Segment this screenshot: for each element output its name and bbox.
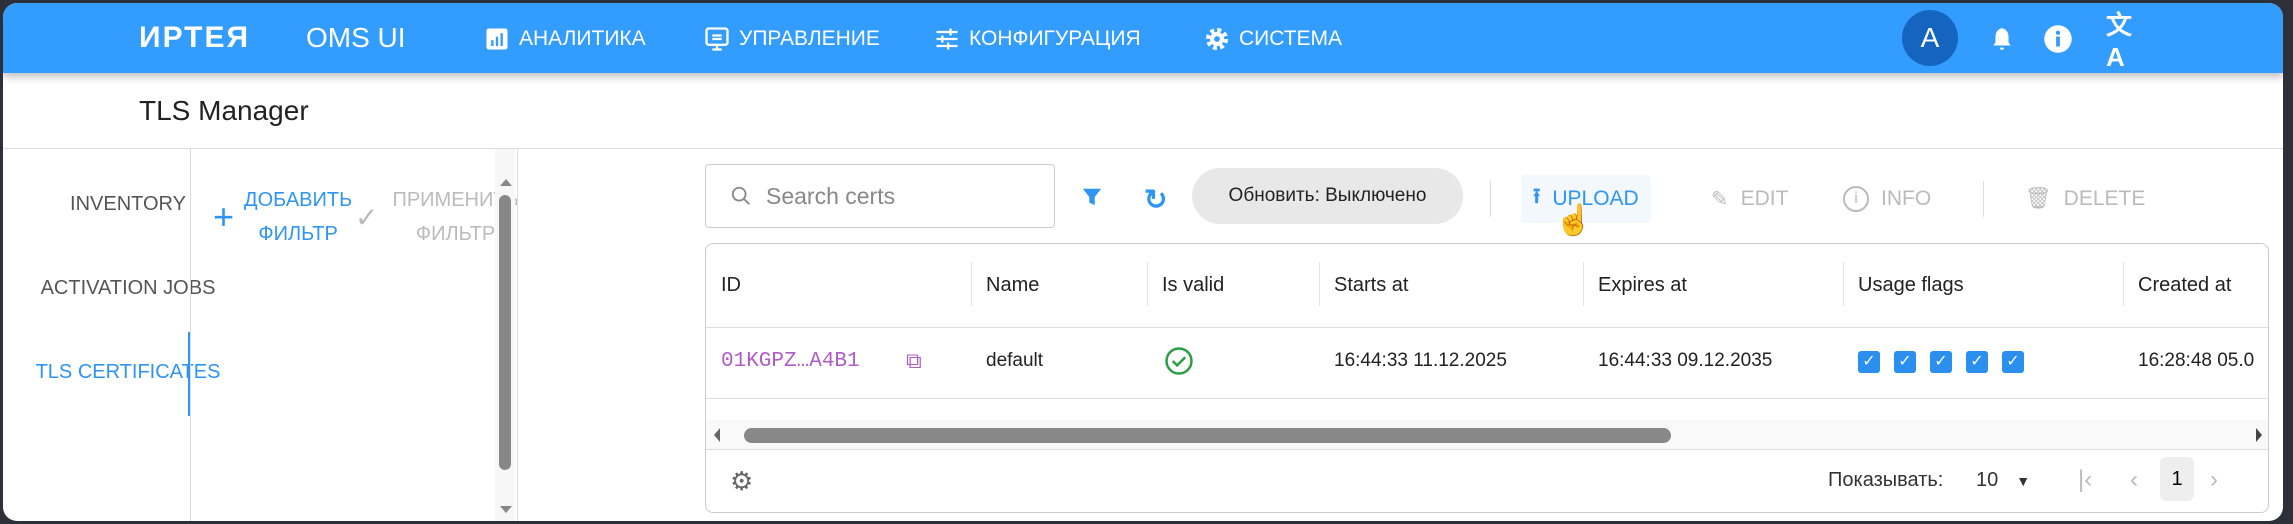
horizontal-scrollbar[interactable] [706,420,2268,450]
app-name: OMS UI [306,22,406,53]
dropdown-arrow-icon: ▼ [2016,473,2031,489]
sliders-icon [936,28,958,50]
created-at: 16:28:48 05.0 [2138,350,2255,371]
auto-refresh-chip[interactable]: Обновить: Выключено [1192,168,1463,224]
nav-label: АНАЛИТИКА [519,27,646,50]
cert-name: default [986,350,1044,371]
nav-configuration[interactable]: КОНФИГУРАЦИЯ [933,25,1141,53]
search-input[interactable] [766,182,1026,210]
trash-icon: 🗑 [2025,187,2052,210]
sidebar-item-activation-jobs[interactable]: ACTIVATION JOBS [3,277,253,300]
plus-icon: + [213,196,235,237]
divider [190,149,191,521]
scroll-left-icon[interactable] [714,428,720,442]
nav-system[interactable]: СИСТЕМА [1203,25,1342,53]
chart-icon [486,28,508,50]
rows-per-page-value: 10 [1976,469,1999,491]
filter-icon[interactable] [1081,185,1103,214]
column-header-id[interactable]: ID [721,274,741,297]
bell-icon[interactable] [1986,23,2018,55]
search-field[interactable] [705,164,1055,228]
filter-scrollbar[interactable] [495,149,515,521]
nav-management[interactable]: УПРАВЛЕНИЕ [703,25,880,53]
copy-icon[interactable]: ⧉ [906,348,922,374]
upload-icon: ⭱ [1533,184,1541,208]
logo[interactable]: ИРТЕЯ [139,21,250,55]
delete-label: DELETE [2063,187,2146,210]
scroll-down-icon[interactable] [500,506,512,513]
rows-per-page-select[interactable]: 10 ▼ [1976,469,2030,493]
info-button[interactable]: i INFO [1831,175,1943,223]
page-title: TLS Manager [139,95,309,126]
scroll-up-icon[interactable] [500,179,512,186]
usage-flag-checkbox[interactable]: ✓ [1858,351,1880,373]
column-header-is-valid[interactable]: Is valid [1162,274,1224,297]
column-separator[interactable] [1583,262,1584,306]
column-separator[interactable] [1319,262,1320,306]
column-separator[interactable] [1843,262,1844,306]
column-header-starts-at[interactable]: Starts at [1334,274,1408,297]
table-row[interactable]: 01KGPZ…A4B1 ⧉ default 16:44:33 11.12.202… [706,328,2268,399]
nav-label: СИСТЕМА [1239,27,1343,50]
cursor-hand-icon: ☝ [1555,204,1593,237]
column-header-name[interactable]: Name [986,274,1039,297]
starts-at: 16:44:33 11.12.2025 [1334,350,1507,371]
gear-icon [1205,27,1229,51]
certs-table: ID Name Is valid Starts at Expires at Us… [705,243,2269,513]
scrollbar-thumb[interactable] [499,195,511,470]
usage-flag-checkbox[interactable]: ✓ [1894,351,1916,373]
info-icon[interactable] [2042,23,2074,55]
valid-check-icon [1164,346,1194,382]
monitor-icon [705,27,729,51]
settings-gear-icon[interactable]: ⚙ [730,466,753,497]
next-page-icon[interactable]: › [2210,466,2218,494]
search-icon [731,186,750,205]
scroll-right-icon[interactable] [2256,428,2262,442]
refresh-icon[interactable]: ↻ [1144,183,1167,216]
edit-button[interactable]: ✎ EDIT [1699,175,1800,223]
add-filter-button[interactable]: + ДОБАВИТЬ ФИЛЬТР [213,183,352,251]
app-window: ИРТЕЯ OMS UI АНАЛИТИКА УПРАВЛЕНИЕ КОНФИГ… [3,3,2283,521]
add-filter-label: ДОБАВИТЬ [244,189,353,211]
column-header-created-at[interactable]: Created at [2138,274,2231,297]
check-icon: ✓ [355,201,379,233]
scrollbar-thumb[interactable] [744,428,1671,443]
usage-flag-checkbox[interactable]: ✓ [2002,351,2024,373]
usage-flag-checkbox[interactable]: ✓ [1966,351,1988,373]
column-separator[interactable] [2123,262,2124,306]
divider [1983,181,1984,217]
nav-label: КОНФИГУРАЦИЯ [969,27,1141,50]
avatar[interactable]: A [1902,10,1958,66]
prev-page-icon[interactable]: ‹ [2130,466,2138,494]
divider [1490,181,1491,217]
expires-at: 16:44:33 09.12.2035 [1598,350,1773,371]
cert-id[interactable]: 01KGPZ…A4B1 [721,350,860,373]
column-header-expires-at[interactable]: Expires at [1598,274,1687,297]
sidebar-item-tls-certificates[interactable]: TLS CERTIFICATES [3,361,253,384]
divider [517,149,518,521]
pencil-icon: ✎ [1711,187,1729,211]
top-bar: ИРТЕЯ OMS UI АНАЛИТИКА УПРАВЛЕНИЕ КОНФИГ… [3,3,2283,73]
column-separator[interactable] [1147,262,1148,306]
info-label: INFO [1881,187,1932,210]
nav-analytics[interactable]: АНАЛИТИКА [483,25,646,53]
table-header: ID Name Is valid Starts at Expires at Us… [706,244,2268,328]
divider [3,148,2283,149]
edit-label: EDIT [1740,187,1789,210]
rows-per-page-label: Показывать: [1828,469,1944,491]
page-number-button[interactable]: 1 [2160,457,2194,501]
info-outline-icon: i [1843,186,1869,212]
column-header-usage-flags[interactable]: Usage flags [1858,274,1964,297]
translate-icon[interactable]: 文A [2106,10,2138,72]
column-separator[interactable] [971,262,972,306]
first-page-icon[interactable]: |‹ [2078,466,2092,494]
add-filter-label: ФИЛЬТР [258,223,338,245]
usage-flags: ✓ ✓ ✓ ✓ ✓ [1858,350,2038,373]
usage-flag-checkbox[interactable]: ✓ [1930,351,1952,373]
nav-label: УПРАВЛЕНИЕ [739,27,880,50]
delete-button[interactable]: 🗑 DELETE [2013,175,2157,223]
